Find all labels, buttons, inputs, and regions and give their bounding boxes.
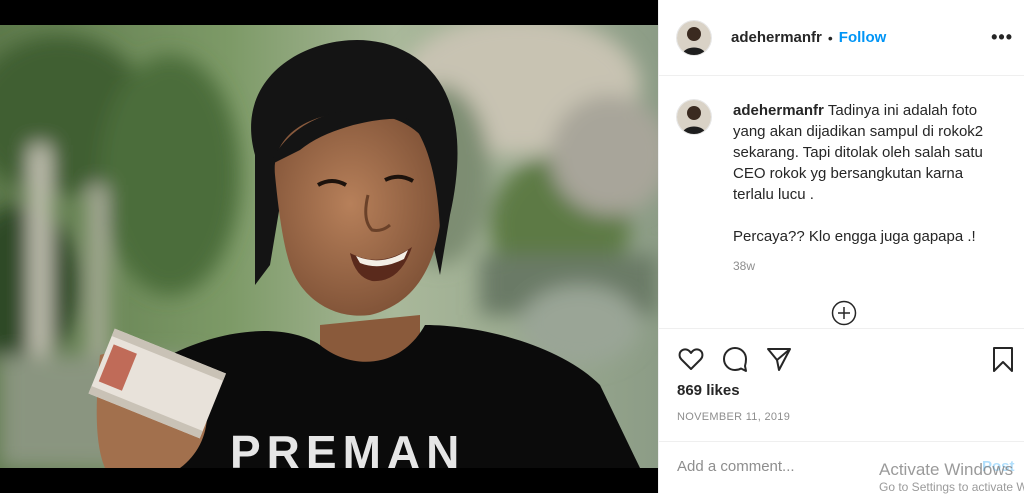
add-circle-icon[interactable] (831, 300, 857, 326)
caption-line-2: Percaya?? Klo engga juga gapapa .! (733, 228, 976, 245)
time-ago[interactable]: 38w (733, 259, 755, 273)
caption-username[interactable]: adehermanfr (733, 102, 824, 119)
post-date[interactable]: NOVEMBER 11, 2019 (677, 411, 790, 423)
bookmark-icon[interactable] (989, 345, 1017, 373)
separator-dot: • (827, 29, 833, 46)
shirt-print: PREMAN (230, 426, 465, 468)
share-icon[interactable] (765, 345, 793, 373)
likes-count[interactable]: 869 likes (677, 382, 740, 399)
comment-input[interactable] (677, 454, 957, 478)
heart-icon[interactable] (677, 345, 705, 373)
avatar[interactable] (677, 20, 711, 55)
post-photo[interactable]: PREMAN (0, 25, 658, 468)
more-options-icon[interactable]: ••• (991, 27, 1013, 48)
username-link[interactable]: adehermanfr (731, 29, 822, 46)
comment-icon[interactable] (721, 345, 749, 373)
caption-avatar[interactable] (677, 100, 711, 134)
post-side-panel: adehermanfr • Follow ••• adehermanfr Tadi… (658, 0, 1024, 493)
post-header: adehermanfr • Follow ••• (659, 0, 1024, 76)
post-comment-button[interactable]: Post (982, 458, 1015, 475)
post-photo-pane: PREMAN (0, 0, 658, 493)
post-actions: 869 likes NOVEMBER 11, 2019 (659, 328, 1024, 438)
comment-bar: Post (659, 441, 1024, 493)
caption-text: adehermanfr Tadinya ini adalah foto yang … (733, 100, 1003, 247)
follow-button[interactable]: Follow (839, 29, 887, 46)
